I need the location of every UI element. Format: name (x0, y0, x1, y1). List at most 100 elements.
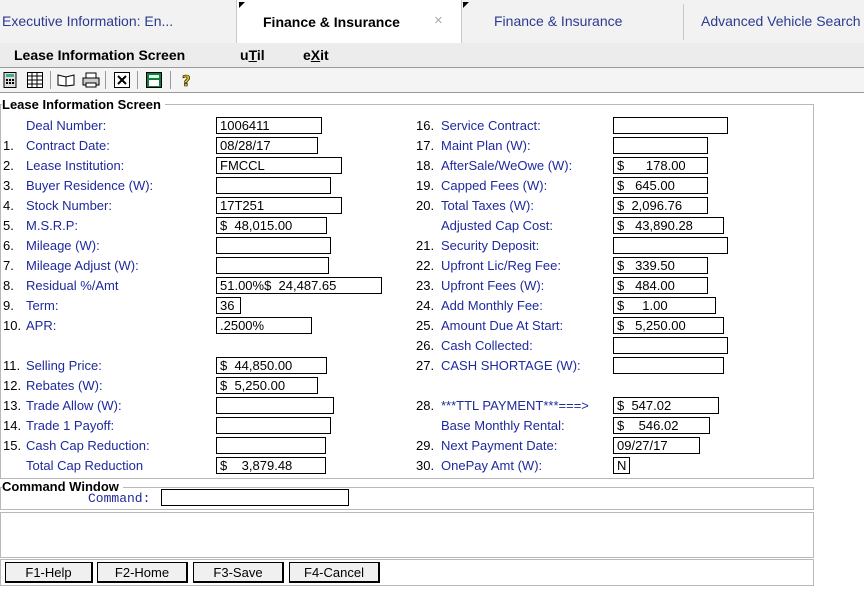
right-field-label: Maint Plan (W): (441, 138, 531, 153)
f1-help-button[interactable]: F1-Help (5, 562, 93, 583)
right-field-label: ***TTL PAYMENT***===> (441, 398, 589, 413)
f2-home-button[interactable]: F2-Home (97, 562, 188, 583)
left-field-input[interactable] (216, 437, 326, 454)
left-field-input[interactable]: 1006411 (216, 117, 322, 134)
menu-exit-text: it (320, 47, 329, 63)
left-field-input[interactable] (216, 397, 334, 414)
left-field-label: Trade 1 Payoff: (26, 418, 115, 433)
right-field-input[interactable]: $ 546.02 (613, 417, 710, 434)
left-field-number: 9. (3, 298, 14, 313)
left-field-input[interactable] (216, 417, 331, 434)
right-field-input[interactable] (613, 237, 728, 254)
left-field-input[interactable] (216, 177, 331, 194)
close-icon[interactable]: × (434, 12, 443, 29)
left-field-label: M.S.R.P: (26, 218, 79, 233)
left-field-number: 1. (3, 138, 14, 153)
left-field-input[interactable]: .2500% (216, 317, 312, 334)
tab-executive-information[interactable]: Executive Information: En... (2, 0, 234, 42)
menu-exit[interactable]: eXit (303, 47, 329, 63)
left-field-label: Term: (26, 298, 59, 313)
right-field-input[interactable]: $ 547.02 (613, 397, 719, 414)
toolbar-divider (170, 71, 171, 89)
right-field-label: Security Deposit: (441, 238, 540, 253)
right-field-input[interactable]: $ 645.00 (613, 177, 708, 194)
right-field-input[interactable]: $ 5,250.00 (613, 317, 724, 334)
toolbar-divider (137, 71, 138, 89)
menu-util[interactable]: uTil (240, 47, 265, 63)
left-field-label: Mileage Adjust (W): (26, 258, 139, 273)
right-field-input[interactable]: 09/27/17 (613, 437, 700, 454)
left-field-input[interactable]: FMCCL (216, 157, 342, 174)
toolbar-divider (50, 71, 51, 89)
menu-lease-information[interactable]: Lease Information Screen (14, 47, 185, 63)
right-field-label: Upfront Lic/Reg Fee: (441, 258, 561, 273)
left-field-input[interactable]: $ 5,250.00 (216, 377, 318, 394)
tab-label: Finance & Insurance (494, 13, 623, 29)
left-field-input[interactable]: $ 44,850.00 (216, 357, 327, 374)
calculator-green-icon[interactable] (145, 71, 163, 89)
left-field-label: Deal Number: (26, 118, 107, 133)
right-field-label: Base Monthly Rental: (441, 418, 565, 433)
right-field-input[interactable]: $ 484.00 (613, 277, 708, 294)
tab-corner-marker (463, 2, 469, 8)
right-field-input[interactable]: $ 2,096.76 (613, 197, 708, 214)
f3-save-button[interactable]: F3-Save (193, 562, 284, 583)
right-field-number: 26. (416, 338, 435, 353)
left-field-input[interactable]: $ 48,015.00 (216, 217, 327, 234)
right-field-number: 20. (416, 198, 435, 213)
right-field-label: Adjusted Cap Cost: (441, 218, 554, 233)
spreadsheet-icon[interactable] (26, 71, 44, 89)
printer-icon[interactable] (82, 71, 100, 89)
right-field-number: 22. (416, 258, 435, 273)
left-field-input[interactable] (216, 257, 329, 274)
right-field-input[interactable] (613, 337, 728, 354)
left-field-number: 6. (3, 238, 14, 253)
open-book-icon[interactable] (57, 71, 75, 89)
right-field-label: OnePay Amt (W): (441, 458, 543, 473)
right-field-number: 24. (416, 298, 435, 313)
right-field-label: Cash Collected: (441, 338, 533, 353)
menu-util-mnemonic: T (248, 47, 257, 63)
tab-finance-insurance-active[interactable]: Finance & Insurance × (236, 0, 462, 43)
right-field-input[interactable]: $ 178.00 (613, 157, 708, 174)
left-field-label: Rebates (W): (26, 378, 103, 393)
tab-advanced-vehicle-search[interactable]: Advanced Vehicle Search (684, 0, 864, 42)
left-field-label: Stock Number: (26, 198, 112, 213)
clear-x-icon[interactable] (113, 71, 131, 89)
right-field-label: Amount Due At Start: (441, 318, 564, 333)
left-field-input[interactable]: 08/28/17 (216, 137, 318, 154)
left-field-input[interactable]: $ 3,879.48 (216, 457, 326, 474)
left-field-input[interactable]: 36 (216, 297, 241, 314)
right-field-label: CASH SHORTAGE (W): (441, 358, 581, 373)
calculator-icon[interactable] (1, 71, 19, 89)
f4-cancel-button[interactable]: F4-Cancel (289, 562, 380, 583)
right-field-number: 27. (416, 358, 435, 373)
right-field-input[interactable] (613, 357, 724, 374)
right-field-input[interactable] (613, 137, 708, 154)
left-field-number: 7. (3, 258, 14, 273)
tab-label: Advanced Vehicle Search (701, 13, 861, 29)
right-field-number: 25. (416, 318, 435, 333)
right-field-input[interactable]: $ 43,890.28 (613, 217, 724, 234)
left-field-label: Contract Date: (26, 138, 110, 153)
right-field-input[interactable]: $ 1.00 (613, 297, 716, 314)
left-field-label: Total Cap Reduction (26, 458, 144, 473)
right-field-input[interactable]: N (613, 457, 630, 474)
right-field-label: Service Contract: (441, 118, 541, 133)
help-icon[interactable]: ? (178, 71, 196, 89)
tab-label: Finance & Insurance (263, 13, 400, 30)
right-field-input[interactable]: $ 339.50 (613, 257, 708, 274)
menu-util-text: il (256, 47, 265, 63)
tab-finance-insurance[interactable]: Finance & Insurance (461, 0, 683, 42)
left-field-input[interactable]: 51.00%$ 24,487.65 (216, 277, 382, 294)
right-field-input[interactable] (613, 117, 728, 134)
left-field-number: 11. (3, 358, 21, 373)
left-field-label: Residual %/Amt (26, 278, 119, 293)
command-input[interactable] (161, 489, 349, 506)
left-field-input[interactable]: 17T251 (216, 197, 342, 214)
right-field-number: 18. (416, 158, 435, 173)
right-field-number: 19. (416, 178, 435, 193)
left-field-number: 15. (3, 438, 22, 453)
left-field-input[interactable] (216, 237, 331, 254)
left-field-label: Trade Allow (W): (26, 398, 122, 413)
